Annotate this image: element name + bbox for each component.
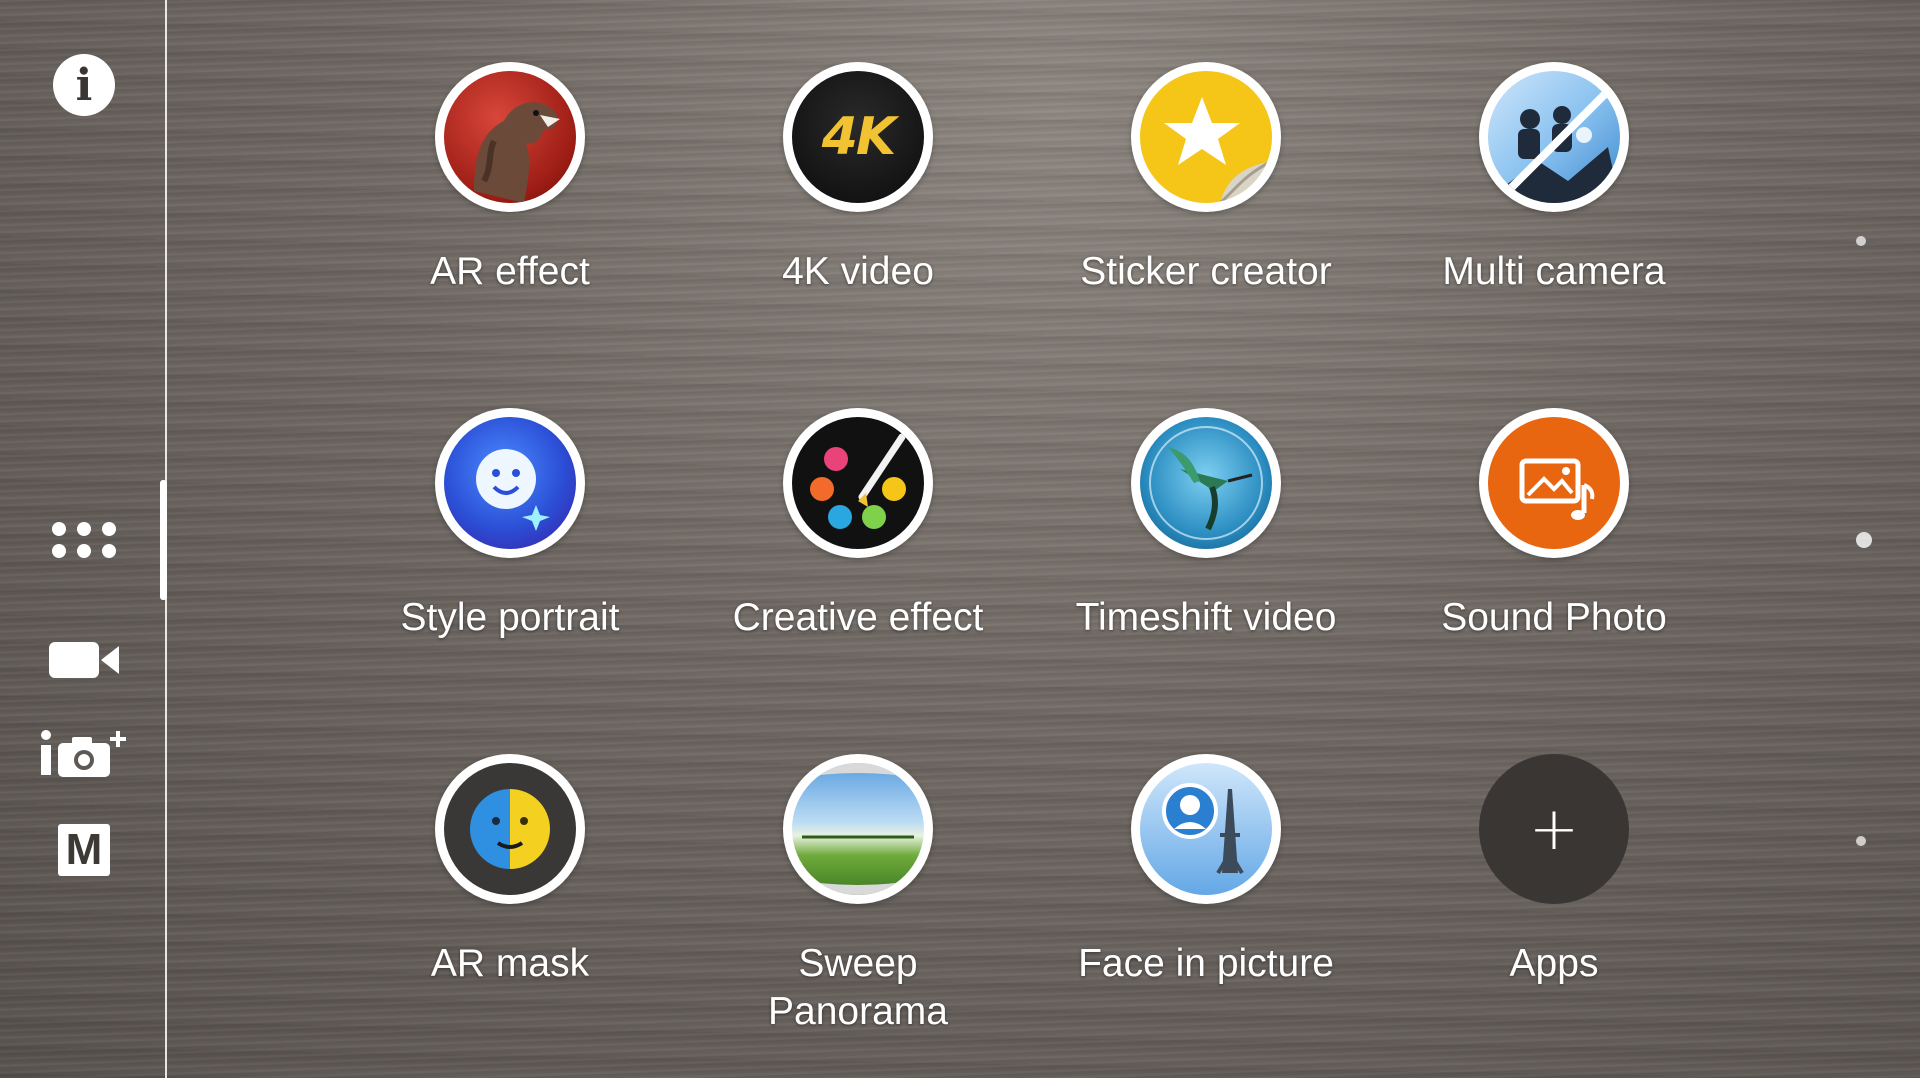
mode-label: AR effect	[430, 250, 590, 293]
page-dot-active	[1856, 532, 1872, 548]
sound-photo-badge	[1479, 408, 1629, 558]
mode-style-portrait[interactable]: Style portrait	[340, 408, 680, 642]
4k-video-icon: 4K	[821, 107, 896, 167]
creative-effect-badge	[783, 408, 933, 558]
mode-creative-effect[interactable]: Creative effect	[688, 408, 1028, 642]
mode-label: Sound Photo	[1441, 596, 1667, 639]
timeshift-video-badge	[1131, 408, 1281, 558]
face-in-picture-icon	[1162, 783, 1244, 875]
info-button[interactable]: i	[34, 50, 134, 120]
mode-label: Face in picture	[1078, 942, 1334, 985]
page-dot	[1856, 836, 1866, 846]
mode-face-in-picture[interactable]: Face in picture	[1036, 754, 1376, 988]
sticker-creator-badge	[1131, 62, 1281, 212]
mode-sticker-creator[interactable]: Sticker creator	[1036, 62, 1376, 296]
mode-timeshift-video[interactable]: Timeshift video	[1036, 408, 1376, 642]
mode-sound-photo[interactable]: Sound Photo	[1384, 408, 1724, 642]
style-portrait-badge	[435, 408, 585, 558]
4k-video-badge: 4K	[783, 62, 933, 212]
manual-mode-icon: M	[58, 824, 110, 876]
superior-auto-button[interactable]	[34, 720, 134, 790]
mode-label: 4K video	[782, 250, 934, 293]
camera-apps-button[interactable]	[34, 505, 134, 575]
mode-rail: i M	[0, 0, 166, 1078]
sweep-panorama-badge	[783, 754, 933, 904]
mode-4k-video[interactable]: 4K 4K video	[688, 62, 1028, 296]
style-portrait-face-icon	[476, 449, 550, 531]
video-mode-button[interactable]	[34, 625, 134, 695]
mode-label: Multi camera	[1442, 250, 1666, 293]
face-in-picture-badge	[1131, 754, 1281, 904]
mode-label: Sticker creator	[1080, 250, 1332, 293]
mode-ar-effect[interactable]: AR effect	[340, 62, 680, 296]
mode-label: Creative effect	[732, 596, 984, 639]
superior-auto-camera-icon	[41, 730, 126, 777]
page-dot	[1856, 236, 1866, 246]
apps-grid-icon	[52, 522, 116, 558]
mode-multi-camera[interactable]: Multi camera	[1384, 62, 1724, 296]
timeshift-video-hummingbird-icon	[1149, 426, 1263, 540]
ar-effect-badge	[435, 62, 585, 212]
mode-label: Style portrait	[400, 596, 620, 639]
mode-label: AR mask	[430, 942, 590, 985]
camera-modes-grid: AR effect 4K 4K video Sticker creator Mu…	[340, 0, 1740, 1078]
video-camera-icon	[49, 642, 119, 678]
rail-scroll-indicator	[160, 480, 167, 600]
multi-camera-badge	[1479, 62, 1629, 212]
multi-camera-icon	[1488, 88, 1620, 203]
ar-mask-face-icon	[470, 789, 550, 869]
plus-icon: +	[1528, 794, 1580, 864]
creative-effect-palette-icon	[810, 433, 906, 529]
sound-photo-icon	[1519, 458, 1595, 520]
sticker-creator-star-icon	[1164, 97, 1272, 203]
mode-sweep-panorama[interactable]: Sweep Panorama	[688, 754, 1028, 1036]
ar-effect-dinosaur-icon	[474, 102, 560, 203]
info-icon: i	[53, 54, 115, 116]
mode-label: Sweep Panorama	[768, 942, 948, 1033]
mode-label: Timeshift video	[1075, 596, 1337, 639]
ar-mask-badge	[435, 754, 585, 904]
sweep-panorama-icon	[792, 763, 924, 895]
mode-ar-mask[interactable]: AR mask	[340, 754, 680, 988]
mode-apps[interactable]: + Apps	[1384, 754, 1724, 988]
apps-badge: +	[1479, 754, 1629, 904]
mode-label: Apps	[1509, 942, 1599, 985]
manual-mode-button[interactable]: M	[34, 815, 134, 885]
